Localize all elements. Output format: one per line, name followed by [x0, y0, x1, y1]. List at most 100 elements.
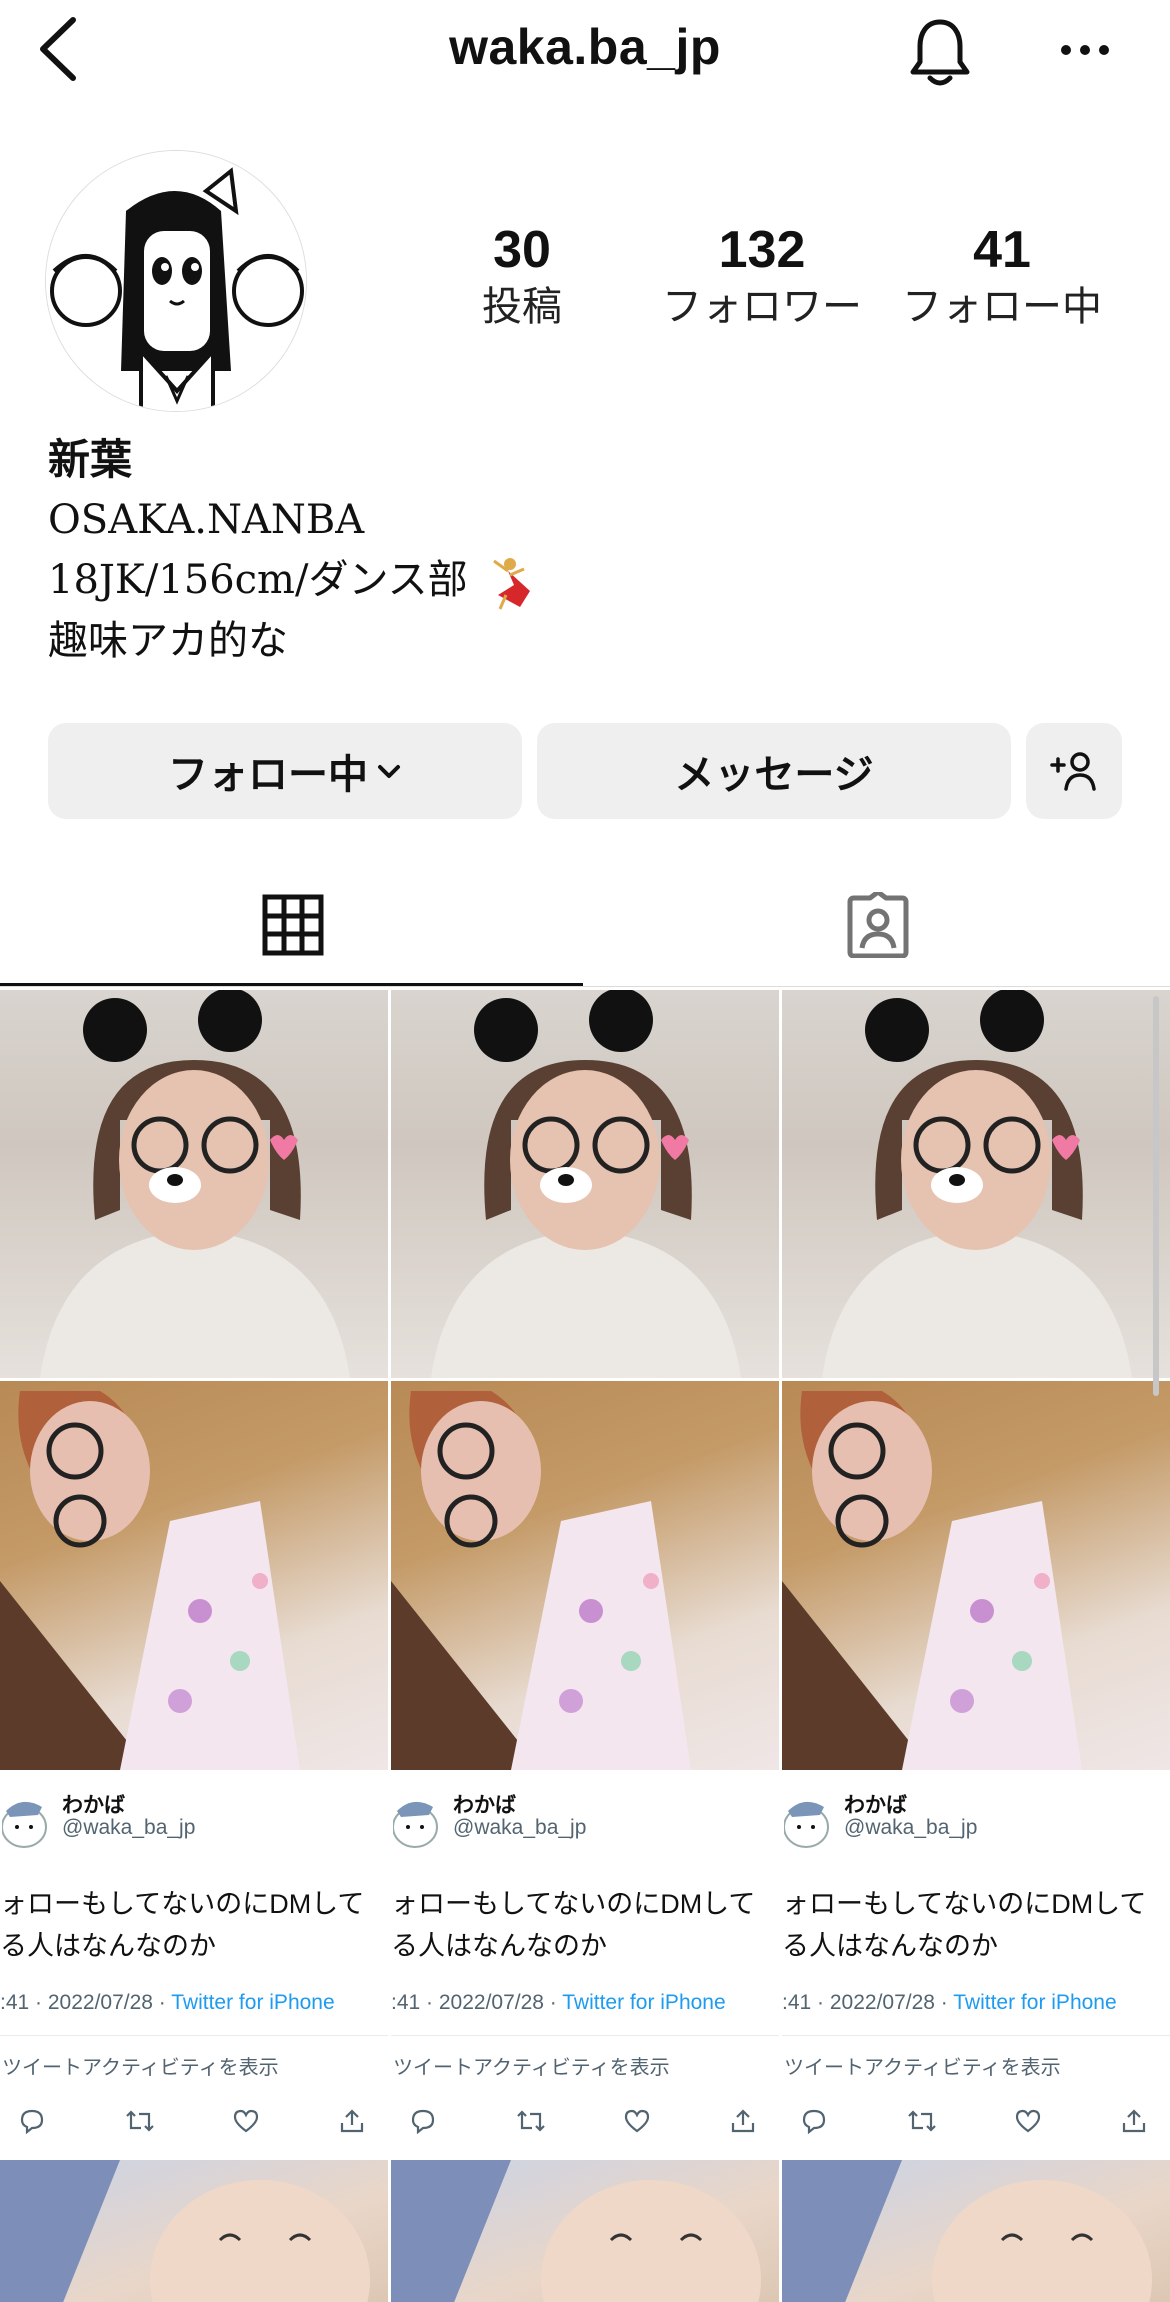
tweet-actions	[391, 2103, 779, 2139]
tweet-text-line: ォローもしてないのにDMして	[391, 1889, 756, 1919]
stat-posts-value: 30	[493, 221, 551, 279]
retweet-icon	[122, 2103, 158, 2139]
reply-icon	[405, 2103, 441, 2139]
tweet-text-line: る人はなんなのか	[782, 1931, 998, 1961]
tweet-time: :41 · 2022/07/28 ·	[782, 1991, 954, 2014]
following-button[interactable]: フォロー中	[48, 723, 522, 819]
add-user-icon	[1050, 752, 1096, 791]
tweet-meta: :41 · 2022/07/28 · Twitter for iPhone	[391, 1991, 726, 2015]
tweet-card: わかば @waka_ba_jp ォローもしてないのにDMして る人はなんなのか …	[0, 1773, 388, 2157]
post-thumbnail[interactable]	[0, 1381, 388, 1770]
tweet-avatar	[2, 1801, 47, 1848]
tweet-text: ォローもしてないのにDMして る人はなんなのか	[782, 1883, 1170, 1967]
divider	[391, 2035, 779, 2036]
tweet-time: :41 · 2022/07/28 ·	[391, 1991, 563, 2014]
bio-line-hobby: 趣味アカ的な	[48, 618, 288, 664]
tab-divider	[0, 986, 1170, 987]
tweet-activity-link: ツイートアクティビティを表示	[393, 2057, 670, 2079]
like-icon	[619, 2103, 655, 2139]
profile-bio: 新葉 OSAKA.NANBA 18JK/156cm/ダンス部 趣味アカ的な	[48, 430, 948, 671]
stat-following-value: 41	[973, 221, 1031, 279]
divider	[0, 2035, 388, 2036]
tweet-text-line: ォローもしてないのにDMして	[0, 1889, 365, 1919]
tweet-actions	[782, 2103, 1170, 2139]
tagged-user-icon	[847, 892, 908, 958]
tweet-author-handle: @waka_ba_jp	[62, 1816, 196, 1839]
more-options-button[interactable]	[1050, 20, 1120, 80]
post-thumbnail[interactable]	[391, 1381, 779, 1770]
tweet-actions	[0, 2103, 388, 2139]
tweet-text: ォローもしてないのにDMして る人はなんなのか	[0, 1883, 388, 1967]
bio-line-info-text: 18JK/156cm/ダンス部	[48, 557, 468, 603]
share-icon	[1116, 2103, 1152, 2139]
post-thumbnail[interactable]	[782, 2160, 1170, 2302]
divider	[782, 2035, 1170, 2036]
stat-followers-label: フォロワー	[662, 284, 862, 330]
message-button-label: メッセージ	[674, 752, 874, 798]
stat-following[interactable]: 41 フォロー中	[882, 220, 1122, 334]
reply-icon	[796, 2103, 832, 2139]
post-thumbnail[interactable]	[0, 2160, 388, 2302]
stat-posts[interactable]: 30 投稿	[402, 220, 642, 334]
tweet-activity-link: ツイートアクティビティを表示	[2, 2057, 279, 2079]
tweet-author-name: わかば	[844, 1794, 907, 1817]
stat-posts-label: 投稿	[482, 284, 562, 330]
post-thumbnail[interactable]	[0, 990, 388, 1378]
dancer-icon	[493, 558, 531, 610]
grid-icon	[262, 894, 323, 956]
tweet-card: わかば @waka_ba_jp ォローもしてないのにDMして る人はなんなのか …	[782, 1773, 1170, 2157]
retweet-icon	[513, 2103, 549, 2139]
bio-line-location: OSAKA.NANBA	[48, 497, 365, 543]
tweet-text-line: る人はなんなのか	[0, 1931, 216, 1961]
top-bar: waka.ba_jp	[0, 0, 1170, 110]
message-button[interactable]: メッセージ	[537, 723, 1011, 819]
share-icon	[334, 2103, 370, 2139]
profile-username: waka.ba_jp	[449, 19, 721, 75]
tweet-avatar	[393, 1801, 438, 1848]
post-thumbnail-tweet[interactable]: わかば @waka_ba_jp ォローもしてないのにDMして る人はなんなのか …	[782, 1773, 1170, 2157]
display-name: 新葉	[48, 435, 133, 484]
tweet-activity-link: ツイートアクティビティを表示	[784, 2057, 1061, 2079]
tweet-author-handle: @waka_ba_jp	[453, 1816, 587, 1839]
suggest-user-button[interactable]	[1026, 723, 1122, 819]
stat-following-label: フォロー中	[902, 284, 1102, 330]
share-icon	[725, 2103, 761, 2139]
tweet-source: Twitter for iPhone	[562, 1991, 726, 2014]
tweet-author-name: わかば	[453, 1794, 516, 1817]
tweet-source: Twitter for iPhone	[171, 1991, 335, 2014]
post-thumbnail[interactable]	[391, 2160, 779, 2302]
stat-followers[interactable]: 132 フォロワー	[642, 220, 882, 334]
scrollbar[interactable]	[1153, 996, 1159, 1396]
post-thumbnail[interactable]	[782, 1381, 1170, 1770]
more-horizontal-icon	[1061, 45, 1109, 55]
bell-icon	[910, 19, 970, 86]
tab-posts-grid[interactable]	[0, 860, 585, 990]
tweet-text-line: ォローもしてないのにDMして	[782, 1889, 1147, 1919]
tweet-text-line: る人はなんなのか	[391, 1931, 607, 1961]
like-icon	[228, 2103, 264, 2139]
tweet-source: Twitter for iPhone	[953, 1991, 1117, 2014]
stat-followers-value: 132	[718, 221, 806, 279]
post-thumbnail[interactable]	[782, 990, 1170, 1378]
tweet-meta: :41 · 2022/07/28 · Twitter for iPhone	[0, 1991, 335, 2015]
reply-icon	[14, 2103, 50, 2139]
tab-tagged[interactable]	[585, 860, 1170, 990]
tweet-card: わかば @waka_ba_jp ォローもしてないのにDMして る人はなんなのか …	[391, 1773, 779, 2157]
tweet-time: :41 · 2022/07/28 ·	[0, 1991, 172, 2014]
posts-grid: わかば @waka_ba_jp ォローもしてないのにDMして る人はなんなのか …	[0, 990, 1170, 2302]
post-thumbnail[interactable]	[391, 990, 779, 1378]
tweet-avatar	[784, 1801, 829, 1848]
notifications-button[interactable]	[905, 12, 975, 92]
retweet-icon	[904, 2103, 940, 2139]
post-thumbnail-tweet[interactable]: わかば @waka_ba_jp ォローもしてないのにDMして る人はなんなのか …	[0, 1773, 388, 2157]
tweet-author-name: わかば	[62, 1794, 125, 1817]
post-thumbnail-tweet[interactable]: わかば @waka_ba_jp ォローもしてないのにDMして る人はなんなのか …	[391, 1773, 779, 2157]
chevron-down-icon	[378, 765, 400, 778]
tweet-meta: :41 · 2022/07/28 · Twitter for iPhone	[782, 1991, 1117, 2015]
tweet-author-handle: @waka_ba_jp	[844, 1816, 978, 1839]
following-button-label: フォロー中	[168, 752, 368, 798]
tweet-text: ォローもしてないのにDMして る人はなんなのか	[391, 1883, 779, 1967]
like-icon	[1010, 2103, 1046, 2139]
profile-avatar[interactable]	[45, 150, 307, 412]
bio-line-info: 18JK/156cm/ダンス部	[48, 550, 948, 611]
